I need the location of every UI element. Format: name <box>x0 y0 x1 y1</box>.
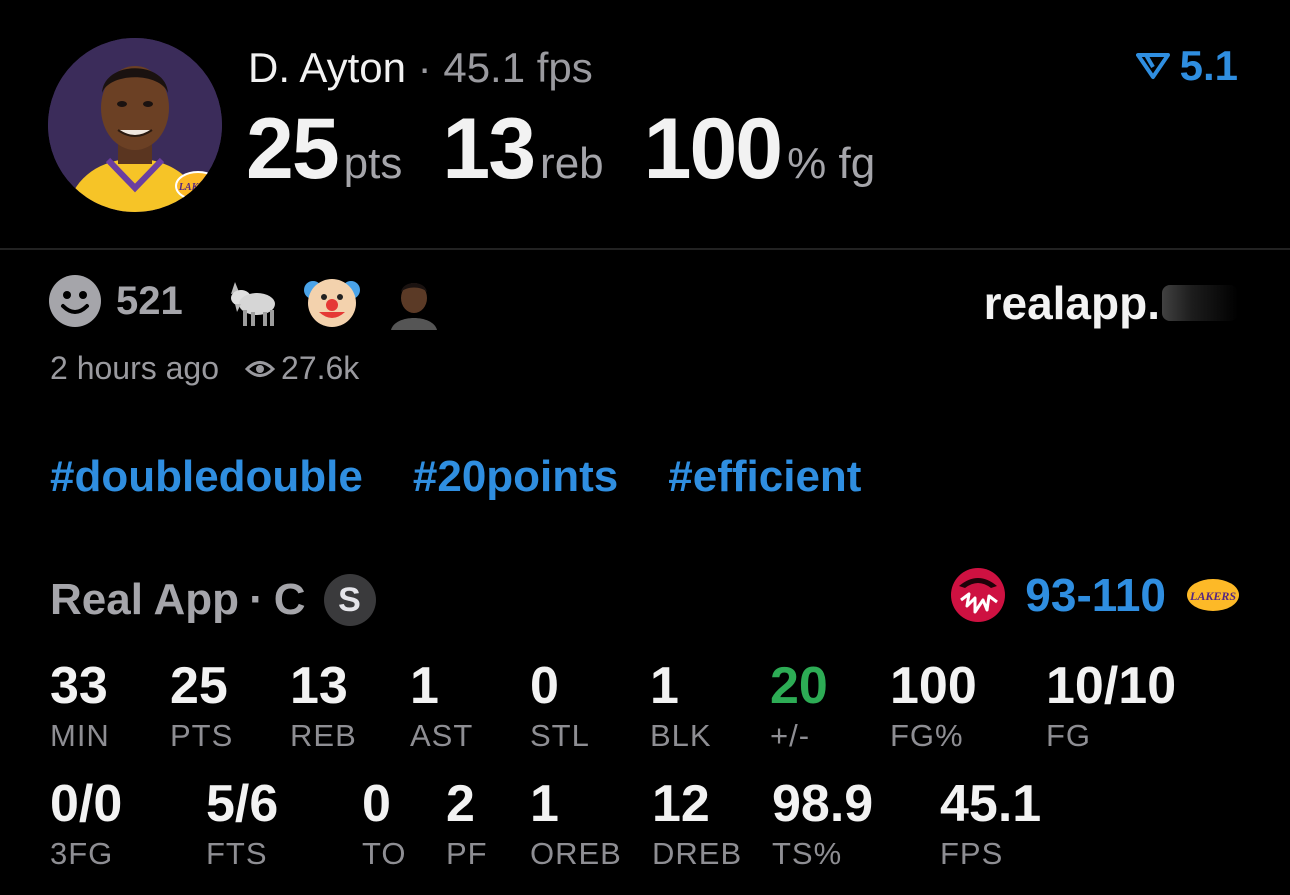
stat-value: 0 <box>530 657 559 715</box>
source-name[interactable]: Real App <box>50 575 239 625</box>
player-fps: 45.1 fps <box>443 44 593 91</box>
stat-label: TS% <box>772 836 843 871</box>
hashtag[interactable]: #20points <box>413 452 618 502</box>
clown-emoji[interactable] <box>303 272 361 330</box>
reactions-bar: 521 <box>48 272 467 330</box>
smiley-icon[interactable] <box>48 274 102 328</box>
stat-label: TO <box>362 836 407 871</box>
lakers-logo: LAKERS <box>1187 579 1239 611</box>
headline-stat-value: 13 <box>442 101 536 197</box>
starter-badge: S <box>323 574 376 626</box>
headline-stat-fg: 100 % fg <box>644 100 876 199</box>
stat-fg-pct: 100 FG% <box>890 660 977 754</box>
stat-label: MIN <box>50 718 110 753</box>
separator-dot: · <box>417 44 432 91</box>
headline-stat-unit: % fg <box>787 139 876 188</box>
stat-3fg: 0/0 3FG <box>50 778 122 872</box>
stat-value: 0/0 <box>50 775 123 833</box>
stat-label: PTS <box>170 718 234 753</box>
stat-label: BLK <box>650 718 712 753</box>
game-score-value: 93-110 <box>1025 569 1166 621</box>
stat-ast: 1 AST <box>410 660 473 754</box>
hashtag[interactable]: #efficient <box>668 452 861 502</box>
stat-label: FG% <box>890 718 964 753</box>
headline-stats: 25 pts 13 reb 100 % fg <box>246 100 915 199</box>
brand-blurred-suffix <box>1162 285 1238 321</box>
brand-watermark: realapp. <box>984 276 1238 330</box>
post-meta: 2 hours ago 27.6k <box>50 350 359 387</box>
stat-value: 25 <box>170 657 228 715</box>
headline-stat-points: 25 pts <box>246 100 402 199</box>
post-time: 2 hours ago <box>50 350 220 386</box>
stat-label: DREB <box>652 836 743 871</box>
stat-value: 0 <box>362 775 391 833</box>
headline-stat-value: 100 <box>643 101 783 197</box>
stat-ts-pct: 98.9 TS% <box>772 778 873 872</box>
stat-label: 3FG <box>50 836 114 871</box>
player-position: C <box>273 575 306 624</box>
stat-blk: 1 BLK <box>650 660 712 754</box>
stat-label: OREB <box>530 836 622 871</box>
stat-value: 13 <box>290 657 348 715</box>
headline-stat-unit: pts <box>343 139 403 188</box>
goat-emoji[interactable] <box>221 272 279 330</box>
stat-fps: 45.1 FPS <box>940 778 1041 872</box>
stat-value: 12 <box>652 775 710 833</box>
header-divider <box>0 248 1290 250</box>
raptors-logo <box>951 568 1006 622</box>
svg-text:LAKERS: LAKERS <box>178 182 218 193</box>
stat-label: FTS <box>206 836 268 871</box>
game-source: Real App · C S <box>50 574 376 626</box>
hashtag[interactable]: #doubledouble <box>50 452 363 502</box>
separator-dot: · <box>249 575 264 624</box>
stat-fts: 5/6 FTS <box>206 778 278 872</box>
headline-stat-unit: reb <box>540 139 604 188</box>
svg-text:LAKERS: LAKERS <box>1189 589 1236 603</box>
player-avatar[interactable]: LAKERS <box>48 38 222 212</box>
stat-dreb: 12 DREB <box>652 778 742 872</box>
player-name[interactable]: D. Ayton <box>248 44 406 91</box>
reaction-count[interactable]: 521 <box>116 279 183 324</box>
stat-value: 10/10 <box>1046 657 1177 715</box>
stat-value: 1 <box>530 775 559 833</box>
stat-value: 1 <box>650 657 679 715</box>
stat-value: 5/6 <box>206 775 279 833</box>
stat-label: PF <box>446 836 488 871</box>
player-line: D. Ayton · 45.1 fps <box>248 44 593 92</box>
stat-pts: 25 PTS <box>170 660 233 754</box>
stat-oreb: 1 OREB <box>530 778 622 872</box>
stat-label: STL <box>530 718 590 753</box>
stat-fg: 10/10 FG <box>1046 660 1176 754</box>
brand-text: realapp. <box>983 277 1160 329</box>
stat-value: 100 <box>890 657 977 715</box>
rating-value: 5.1 <box>1179 42 1238 89</box>
stat-label: AST <box>410 718 474 753</box>
stat-reb: 13 REB <box>290 660 357 754</box>
rating-button[interactable]: 5.1 <box>1135 42 1238 90</box>
stat-value: 20 <box>770 657 828 715</box>
stat-label: REB <box>290 718 357 753</box>
stat-label: FPS <box>940 836 1004 871</box>
stat-plus-minus: 20 +/- <box>770 660 828 754</box>
stat-value: 45.1 <box>940 775 1042 833</box>
stat-value: 2 <box>446 775 475 833</box>
stat-value: 98.9 <box>772 775 874 833</box>
user-avatar-emoji[interactable] <box>384 272 443 330</box>
stat-pf: 2 PF <box>446 778 488 872</box>
rating-chevron-icon <box>1135 53 1170 79</box>
stat-value: 1 <box>410 657 439 715</box>
stat-stl: 0 STL <box>530 660 590 754</box>
stat-min: 33 MIN <box>50 660 110 754</box>
view-count: 27.6k <box>281 350 360 386</box>
hashtag-list: #doubledouble #20points #efficient <box>50 452 911 502</box>
stat-to: 0 TO <box>362 778 407 872</box>
eye-icon <box>245 360 276 377</box>
headline-stat-value: 25 <box>246 101 340 197</box>
stat-label: FG <box>1046 718 1092 753</box>
game-score[interactable]: 93-110 LAKERS <box>949 566 1242 624</box>
stat-value: 33 <box>50 657 108 715</box>
stat-label: +/- <box>770 718 811 753</box>
headline-stat-rebounds: 13 reb <box>442 100 603 199</box>
